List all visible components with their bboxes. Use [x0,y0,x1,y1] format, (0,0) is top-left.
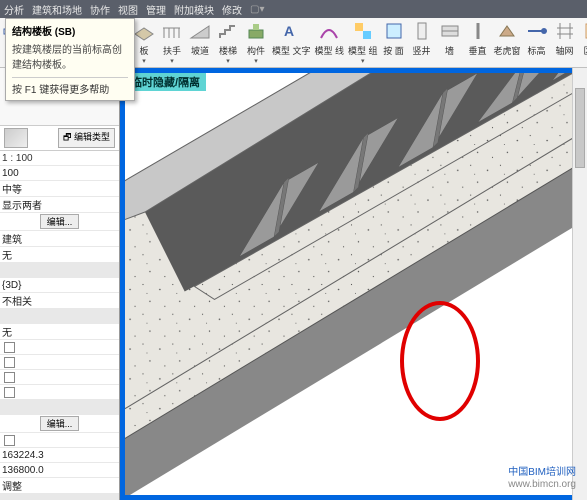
edit-type-button[interactable]: 🗗 编辑类型 [58,128,115,148]
viewport-mode-label: 临时隐藏/隔离 [125,73,206,91]
prop-detail[interactable]: 中等 [2,181,117,196]
prop-phase-filter[interactable]: 无 [2,324,117,339]
checkbox[interactable] [4,372,15,383]
ribbon-area[interactable]: 区域 [579,18,587,67]
ribbon-vertical[interactable]: 垂直 [464,18,492,67]
ribbon-model-line[interactable]: 模型 线 [313,18,347,67]
menu-view[interactable]: 视图 [118,2,138,17]
menu-analysis[interactable]: 分析 [4,2,24,17]
prop-visibility[interactable]: 显示两者 [2,197,117,212]
ribbon-by-face[interactable]: 按 面 [380,18,408,67]
prop-dependency: 不相关 [2,293,117,308]
menu-bar: 分析 建筑和场地 协作 视图 管理 附加模块 修改 ▢▾ [0,0,587,18]
3d-model [125,73,582,495]
checkbox[interactable] [4,342,15,353]
menu-site[interactable]: 建筑和场地 [32,2,82,17]
menu-modify[interactable]: 修改 [222,2,242,17]
tooltip-body: 按建筑楼层的当前标高创建结构楼板。 [12,41,128,71]
checkbox[interactable] [4,387,15,398]
ribbon-model-group[interactable]: 模型 组▾ [346,18,380,67]
prop-phase[interactable]: 调整 [2,478,117,493]
prop-hidden[interactable]: 无 [2,247,117,262]
edit-button[interactable]: 编辑... [40,416,80,431]
prop-scale-label: 1 : 100 [2,153,57,164]
ribbon-model-text[interactable]: A模型 文字 [270,18,313,67]
watermark: 中国BIM培训网 www.bimcn.org [508,467,576,491]
type-thumbnail [4,128,28,148]
ribbon-ramp[interactable]: 坡道 [186,18,214,67]
scrollbar-vertical[interactable] [572,68,587,500]
edit-button[interactable]: 编辑... [40,214,80,229]
menu-expand-icon[interactable]: ▢▾ [250,4,264,15]
prop-viewname[interactable]: {3D} [2,280,117,291]
checkbox[interactable] [4,435,15,446]
ribbon-stair[interactable]: 楼梯▾ [214,18,242,67]
checkbox[interactable] [4,357,15,368]
prop-area: 163224.3 [2,450,117,461]
ribbon-railing[interactable]: 扶手▾ [158,18,186,67]
menu-collab[interactable]: 协作 [90,2,110,17]
prop-scale-value[interactable]: 100 [2,168,117,179]
tooltip-footer: 按 F1 键获得更多帮助 [12,77,128,96]
ribbon-shaft[interactable]: 竖井 [408,18,436,67]
ribbon-component[interactable]: 构件▾ [242,18,270,67]
svg-text:A: A [284,23,294,39]
ribbon-dormer[interactable]: 老虎窗 [492,18,523,67]
prop-volume: 136800.0 [2,465,117,476]
properties-panel: 🗗 编辑类型 1 : 100 100 中等 显示两者 编辑... 建筑 无 {3… [0,68,120,500]
3d-viewport[interactable]: 临时隐藏/隔离 [120,68,587,500]
ribbon-wall[interactable]: 墙 [436,18,464,67]
tooltip: 结构楼板 (SB) 按建筑楼层的当前标高创建结构楼板。 按 F1 键获得更多帮助 [5,18,135,101]
prop-discipline[interactable]: 建筑 [2,231,117,246]
tooltip-title: 结构楼板 (SB) [12,23,128,38]
menu-addins[interactable]: 附加模块 [174,2,214,17]
ribbon-grid[interactable]: 轴网 [551,18,579,67]
ribbon-level[interactable]: 标高 [523,18,551,67]
properties-header: 🗗 编辑类型 [0,126,119,151]
menu-manage[interactable]: 管理 [146,2,166,17]
scrollbar-thumb[interactable] [575,88,585,168]
